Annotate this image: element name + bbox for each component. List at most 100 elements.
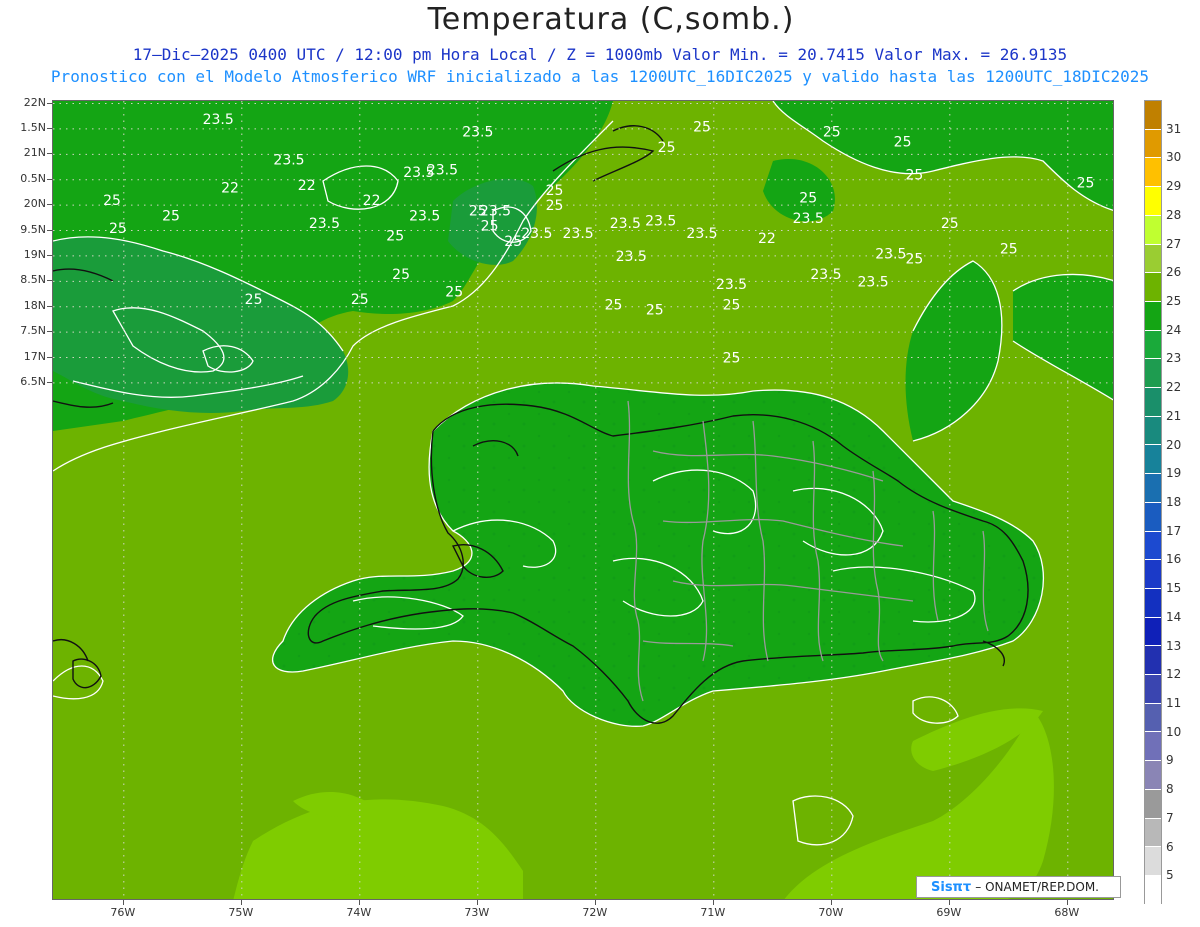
contour-label: 25 — [723, 351, 741, 367]
latitude-tick-label: 1.5N — [20, 120, 46, 134]
contour-label: 23.5 — [610, 216, 641, 232]
contour-label: 23.5 — [403, 165, 434, 181]
contour-label: 22 — [758, 231, 776, 247]
contour-label: 23.5 — [563, 226, 594, 242]
colorbar-level-label: 8 — [1166, 782, 1174, 797]
colorbar-level-label: 24 — [1166, 322, 1182, 337]
longitude-tick-mark — [358, 900, 360, 905]
colorbar-segment — [1145, 416, 1161, 446]
colorbar-level-label: 27 — [1166, 236, 1182, 251]
longitude-tick-label: 69W — [936, 906, 962, 919]
contour-label: 23.5 — [462, 125, 493, 141]
latitude-tick-label: 20N — [23, 197, 46, 211]
colorbar-segment — [1145, 875, 1161, 905]
colorbar-level-label: 15 — [1166, 581, 1182, 596]
latitude-tick-label: 0.5N — [20, 171, 46, 185]
colorbar-level-label: 26 — [1166, 265, 1182, 280]
colorbar-level-label: 21 — [1166, 408, 1182, 423]
colorbar-segment — [1145, 187, 1161, 216]
contour-label: 23.5 — [273, 152, 304, 168]
contour-label: 23.5 — [203, 112, 234, 128]
colorbar-level-label: 18 — [1166, 495, 1182, 509]
contour-label: 25 — [351, 292, 369, 308]
contour-label: 23.5 — [409, 208, 440, 224]
colorbar-level-label: 20 — [1166, 437, 1182, 452]
longitude-tick-label: 70W — [818, 906, 844, 919]
contour-label: 25 — [103, 193, 121, 209]
longitude-tick-mark — [476, 900, 478, 905]
longitude-tick-label: 71W — [700, 906, 726, 919]
contour-label: 23.5 — [686, 226, 717, 242]
contour-label: 23.5 — [645, 213, 676, 229]
contour-label: 23.5 — [716, 277, 747, 293]
latitude-tick-label: 8.5N — [20, 273, 46, 287]
colorbar-segment — [1145, 301, 1161, 331]
longitude-tick-label: 76W — [110, 906, 136, 919]
colorbar-level-label: 17 — [1166, 523, 1182, 538]
longitude-tick-mark — [122, 900, 124, 905]
contour-label: 22 — [298, 178, 316, 194]
longitude-tick-label: 73W — [464, 906, 490, 919]
longitude-tick-label: 68W — [1054, 906, 1080, 919]
contour-label: 23.5 — [875, 246, 906, 262]
colorbar-segment — [1145, 445, 1161, 475]
temperature-map[interactable]: 23.5 23.5 23.5 23.5 22 22 22 23.5 23.5 25 25 25 25 25… — [52, 100, 1114, 900]
credit-organization: – ONAMET/REP.DOM. — [975, 880, 1099, 894]
contour-label: 25 — [546, 183, 564, 199]
contour-label: 25 — [445, 285, 463, 301]
map-title: Temperatura (C,somb.) — [427, 2, 795, 37]
colorbar-segment — [1145, 502, 1161, 532]
colorbar-level-label: 10 — [1166, 724, 1182, 739]
colorbar-segment — [1145, 101, 1161, 130]
contour-label: 23.5 — [480, 203, 511, 219]
colorbar-segment — [1145, 703, 1161, 733]
latitude-tick-label: 6.5N — [20, 374, 46, 388]
latitude-tick-label: 21N — [23, 146, 46, 160]
colorbar-segment — [1145, 789, 1161, 819]
contour-label: 25 — [905, 252, 923, 268]
longitude-tick-mark — [830, 900, 832, 905]
colorbar-segment — [1145, 617, 1161, 647]
contour-label: 25 — [693, 119, 711, 135]
colorbar-level-label: 19 — [1166, 466, 1182, 481]
contour-label: 25 — [646, 302, 664, 318]
contour-label: 23.5 — [521, 226, 552, 242]
colorbar-level-label: 9 — [1166, 753, 1174, 768]
colorbar-level-label: 5 — [1166, 868, 1174, 883]
longitude-tick-label: 75W — [228, 906, 254, 919]
contour-label: 22 — [363, 193, 381, 209]
colorbar-segment — [1145, 129, 1161, 159]
temperature-colorbar — [1144, 100, 1162, 905]
latitude-tick-label: 17N — [23, 349, 46, 363]
colorbar-segment — [1145, 388, 1161, 417]
colorbar-level-label: 25 — [1166, 294, 1182, 308]
contour-label: 25 — [109, 221, 127, 237]
contour-label: 25 — [481, 219, 499, 235]
longitude-tick-mark — [948, 900, 950, 905]
colorbar-segment — [1145, 560, 1161, 589]
colorbar-segment — [1145, 531, 1161, 561]
contour-label: 25 — [386, 229, 404, 245]
contour-label: 25 — [905, 168, 923, 184]
colorbar-segment — [1145, 244, 1161, 274]
contour-label: 23.5 — [858, 274, 889, 290]
colorbar-segment — [1145, 646, 1161, 676]
map-canvas: 23.523.523.523.522222223.523.52525252525… — [53, 101, 1113, 899]
longitude-tick-mark — [594, 900, 596, 905]
longitude-tick-label: 72W — [582, 906, 608, 919]
latitude-tick-label: 7.5N — [20, 324, 46, 338]
colorbar-segment — [1145, 761, 1161, 790]
colorbar-level-label: 6 — [1166, 839, 1174, 854]
contour-label: 25 — [823, 125, 841, 141]
contour-label: 25 — [605, 297, 623, 313]
contour-label: 25 — [894, 135, 912, 151]
contour-label: 25 — [546, 198, 564, 214]
colorbar-level-label: 22 — [1166, 380, 1182, 395]
credit-box: Sisπτ – ONAMET/REP.DOM. — [916, 876, 1121, 898]
colorbar-segment — [1145, 732, 1161, 762]
latitude-tick-label: 19N — [23, 247, 46, 261]
colorbar-segment — [1145, 675, 1161, 704]
longitude-tick-mark — [1066, 900, 1068, 905]
latitude-tick-label: 22N — [23, 95, 46, 109]
longitude-tick-mark — [240, 900, 242, 905]
